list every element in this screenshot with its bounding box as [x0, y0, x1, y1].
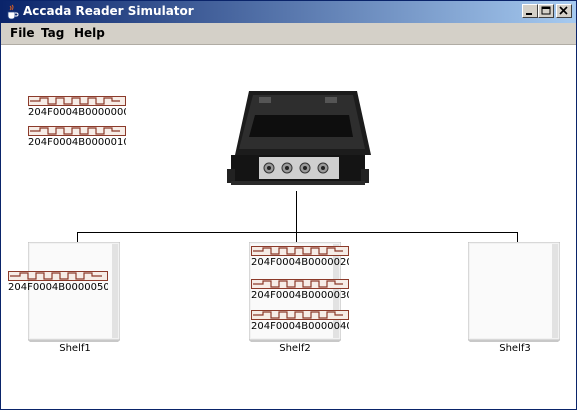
rfid-reader-device[interactable] [225, 89, 371, 193]
close-button[interactable] [556, 4, 572, 18]
title-bar[interactable]: Accada Reader Simulator [1, 1, 576, 23]
menu-help[interactable]: Help [74, 26, 105, 40]
rfid-tag-antenna-icon [28, 126, 126, 136]
rfid-tag[interactable]: 204F0004B0000050 [8, 270, 108, 294]
rfid-tag-antenna-icon [251, 310, 349, 320]
shelf2-connector-line [296, 232, 297, 242]
rfid-tag-antenna-icon [8, 271, 108, 281]
shelf-bus-line [77, 232, 517, 233]
tag-id: 204F0004B0000050 [8, 282, 108, 293]
shelf1-connector-line [77, 232, 78, 242]
rfid-tag[interactable]: 204F0004B0000030 [251, 278, 349, 302]
reader-connector-line [296, 191, 297, 233]
tag-id: 204F0004B0000000 [28, 107, 126, 118]
tag-id: 204F0004B0000020 [251, 257, 349, 268]
maximize-button[interactable] [538, 4, 554, 18]
java-cup-icon [7, 4, 19, 20]
rfid-tag[interactable]: 204F0004B0000010 [28, 125, 126, 149]
shelf3-connector-line [517, 232, 518, 242]
minimize-button[interactable] [522, 4, 538, 18]
tag-id: 204F0004B0000040 [251, 321, 349, 332]
tag-id: 204F0004B0000010 [28, 137, 126, 148]
window-title: Accada Reader Simulator [23, 4, 194, 18]
rfid-tag[interactable]: 204F0004B0000000 [28, 95, 126, 119]
rfid-tag-antenna-icon [251, 279, 349, 289]
menu-file[interactable]: File [10, 26, 35, 40]
menu-bar: File Tag Help [1, 23, 576, 45]
minimize-icon [526, 13, 532, 15]
menu-tag[interactable]: Tag [41, 26, 64, 40]
simulator-canvas: 204F0004B0000000 204F0004B0000010 Shelf1… [1, 45, 576, 409]
shelf-antenna-3[interactable] [468, 242, 560, 342]
rfid-tag[interactable]: 204F0004B0000020 [251, 245, 349, 269]
rfid-tag[interactable]: 204F0004B0000040 [251, 309, 349, 333]
simulator-window: Accada Reader Simulator File Tag Help 20… [0, 0, 577, 410]
rfid-tag-antenna-icon [251, 246, 349, 256]
maximize-icon [541, 6, 551, 15]
shelf-label: Shelf3 [499, 343, 531, 354]
shelf-label: Shelf2 [279, 343, 311, 354]
tag-id: 204F0004B0000030 [251, 290, 349, 301]
rfid-tag-antenna-icon [28, 96, 126, 106]
shelf-label: Shelf1 [59, 343, 91, 354]
close-icon [559, 6, 568, 15]
